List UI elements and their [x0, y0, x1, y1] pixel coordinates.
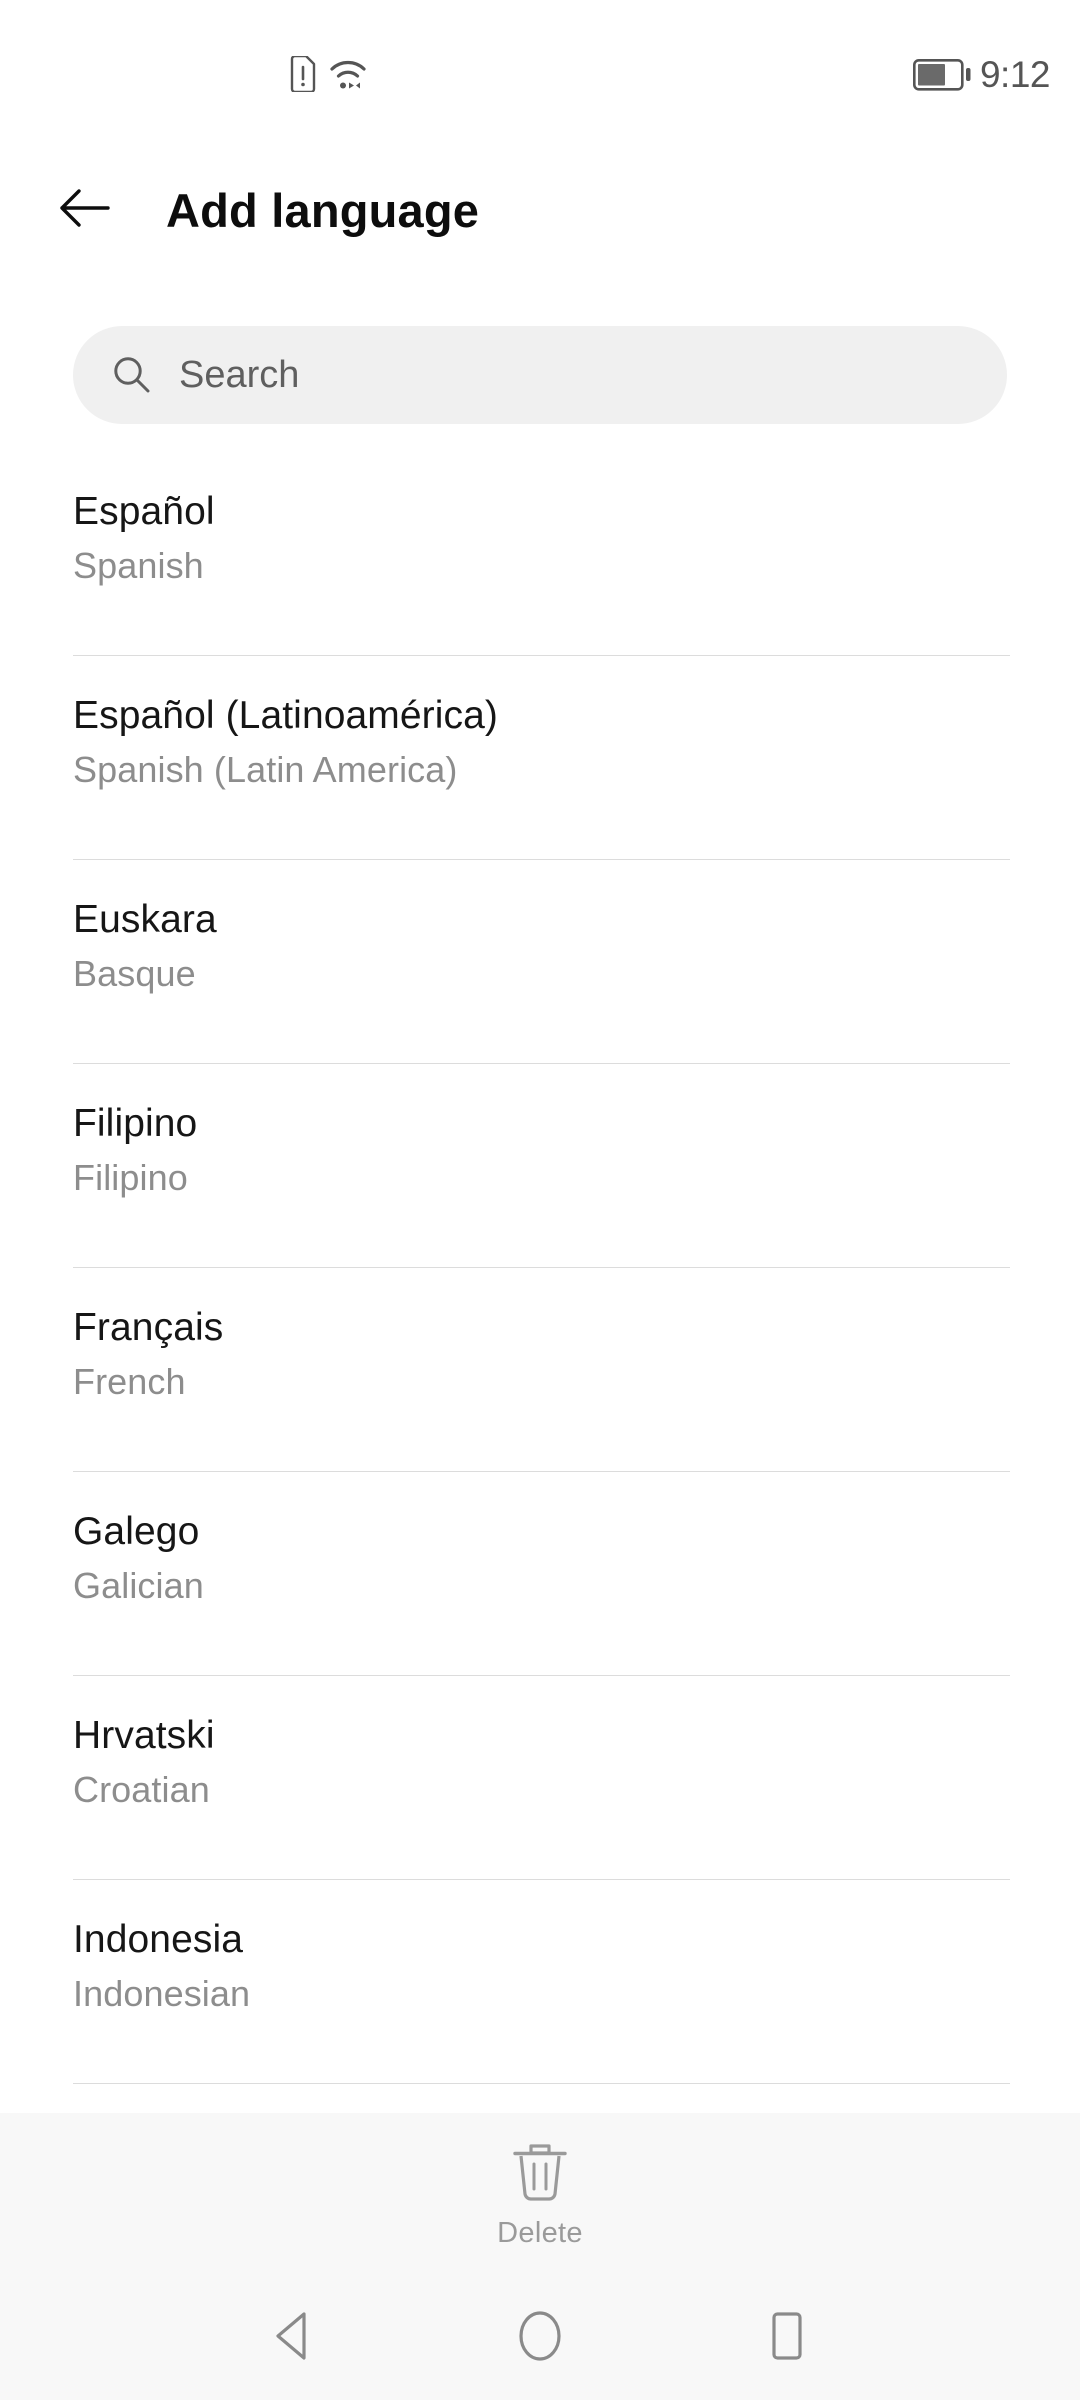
language-english-name: Croatian [73, 1768, 210, 1810]
status-bar: 9:12 [0, 0, 1080, 118]
language-english-name: Spanish [73, 544, 204, 586]
search-placeholder-text: Search [179, 353, 300, 396]
nav-recents-button[interactable] [722, 2276, 852, 2400]
list-divider [73, 2083, 1010, 2084]
language-native-name: Hrvatski [73, 1714, 215, 1757]
language-native-name: Euskara [73, 898, 217, 941]
recents-square-icon [764, 2310, 810, 2367]
bottom-action-bar: Delete [0, 2113, 1080, 2276]
home-circle-icon [517, 2310, 563, 2367]
page-title: Add language [166, 183, 480, 237]
language-english-name: Filipino [73, 1156, 188, 1198]
list-item[interactable]: Euskara Basque [0, 860, 1080, 1064]
delete-button[interactable]: Delete [430, 2139, 650, 2250]
list-item[interactable]: Hrvatski Croatian [0, 1676, 1080, 1880]
back-button[interactable] [30, 155, 140, 265]
list-item[interactable]: Indonesia Indonesian [0, 1880, 1080, 2084]
list-item[interactable]: Français French [0, 1268, 1080, 1472]
status-bar-left-icons [290, 56, 368, 92]
nav-home-button[interactable] [475, 2276, 605, 2400]
sim-alert-icon [290, 56, 316, 92]
app-header: Add language [0, 150, 1080, 270]
back-arrow-icon [57, 186, 113, 235]
battery-icon [912, 58, 971, 91]
language-native-name: Indonesia [73, 1918, 244, 1961]
trash-icon [509, 2139, 571, 2205]
language-english-name: Basque [73, 952, 196, 994]
delete-label: Delete [497, 2217, 583, 2249]
language-english-name: Galician [73, 1564, 204, 1606]
search-container: Search [73, 326, 1007, 424]
language-native-name: Français [73, 1306, 224, 1349]
language-native-name: Español (Latinoamérica) [73, 694, 499, 737]
status-bar-right: 9:12 [912, 54, 1051, 95]
list-item[interactable]: Filipino Filipino [0, 1064, 1080, 1268]
phone-screen: 9:12 Add language Search Español Spanish… [0, 0, 1080, 2400]
android-navigation-bar [0, 2276, 1080, 2400]
language-native-name: Galego [73, 1510, 200, 1553]
back-triangle-icon [272, 2311, 314, 2366]
language-english-name: Indonesian [73, 1972, 251, 2014]
language-native-name: Español [73, 490, 215, 533]
list-item[interactable]: Español (Latinoamérica) Spanish (Latin A… [0, 656, 1080, 860]
search-icon [111, 354, 153, 396]
language-list[interactable]: Español Spanish Español (Latinoamérica) … [0, 452, 1080, 2112]
nav-back-button[interactable] [228, 2276, 358, 2400]
list-item[interactable]: Galego Galician [0, 1472, 1080, 1676]
list-item[interactable]: Español Spanish [0, 452, 1080, 656]
status-bar-clock: 9:12 [979, 54, 1051, 95]
language-english-name: French [73, 1360, 186, 1402]
language-native-name: Filipino [73, 1102, 198, 1145]
search-input[interactable]: Search [73, 326, 1007, 424]
language-english-name: Spanish (Latin America) [73, 748, 458, 790]
wifi-icon [328, 56, 368, 92]
